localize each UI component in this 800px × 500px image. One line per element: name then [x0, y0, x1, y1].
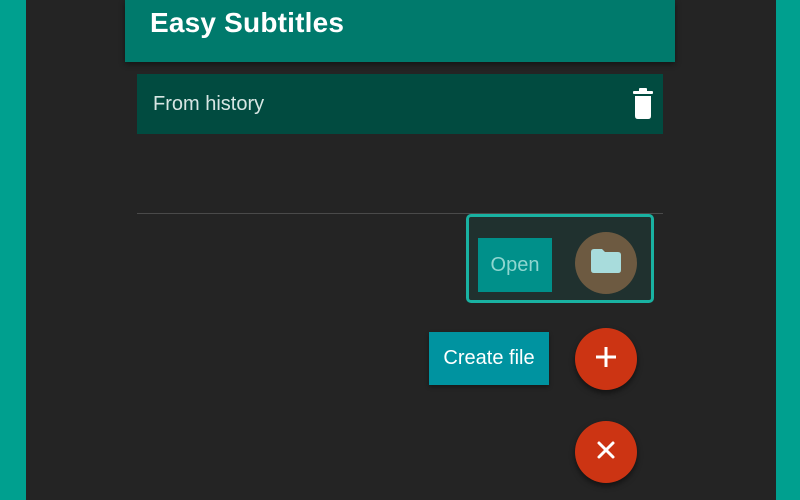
app-bar: Easy Subtitles: [125, 0, 675, 62]
folder-icon: [590, 248, 622, 279]
history-item[interactable]: From history: [137, 74, 663, 134]
open-action-group[interactable]: Open: [466, 214, 654, 303]
close-menu-button[interactable]: [575, 421, 637, 483]
app-title: Easy Subtitles: [150, 7, 345, 38]
trash-icon[interactable]: [629, 88, 657, 120]
create-file-label[interactable]: Create file: [429, 332, 549, 385]
open-label[interactable]: Open: [478, 238, 552, 292]
create-file-button[interactable]: [575, 328, 637, 390]
close-icon: [596, 440, 616, 465]
app-screen: Easy Subtitles From history Open Create …: [26, 0, 776, 500]
history-item-label: From history: [153, 93, 265, 115]
open-button[interactable]: [575, 232, 637, 294]
plus-icon: [595, 346, 617, 373]
